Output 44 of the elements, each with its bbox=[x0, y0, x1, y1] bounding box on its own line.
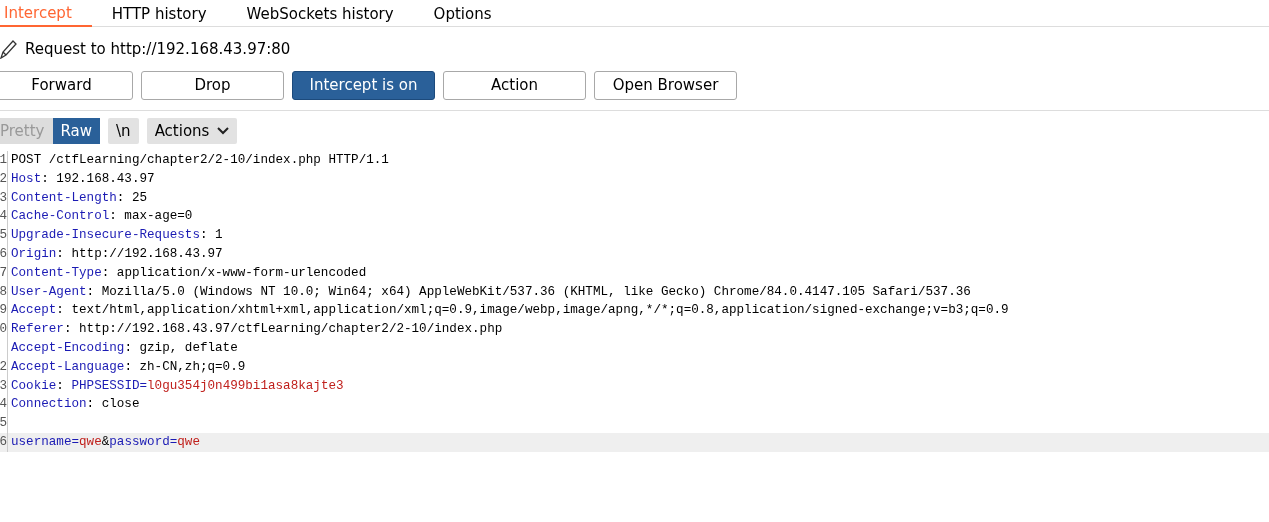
newline-button[interactable]: \n bbox=[108, 118, 139, 144]
chevron-down-icon bbox=[217, 127, 230, 135]
line-number: 6 bbox=[0, 432, 8, 452]
code-line: User-Agent: Mozilla/5.0 (Windows NT 10.0; Win64; x64) AppleWebKit/537.36 (KHTML, like Gecko) Chrome/84.0.4147.105 Safari/537.36 bbox=[11, 283, 971, 301]
toolbar-button[interactable]: Open Browser bbox=[594, 71, 737, 100]
code-line: Accept-Encoding: gzip, deflate bbox=[11, 339, 238, 357]
code-line: POST /ctfLearning/chapter2/2-10/index.php HTTP/1.1 bbox=[11, 152, 389, 169]
line-number: 2 bbox=[0, 357, 8, 377]
pencil-icon bbox=[0, 39, 17, 59]
code-line: Content-Length: 25 bbox=[11, 189, 148, 207]
code-line: Content-Type: application/x-www-form-urlencoded bbox=[11, 264, 367, 282]
toolbar-button[interactable]: Drop bbox=[141, 71, 284, 100]
line-number: 3 bbox=[0, 188, 8, 208]
toolbar-button[interactable]: Action bbox=[443, 71, 586, 100]
code-line: Upgrade-Insecure-Requests: 1 bbox=[11, 227, 223, 245]
toolbar-button[interactable]: Forward bbox=[0, 71, 133, 100]
line-number: 4 bbox=[0, 207, 8, 227]
toolbar-button[interactable]: Intercept is on bbox=[292, 71, 435, 100]
code-line: Referer: http://192.168.43.97/ctfLearning/chapter2/2-10/index.php bbox=[11, 321, 503, 339]
code-line: Origin: http://192.168.43.97 bbox=[11, 246, 223, 263]
line-number: 5 bbox=[0, 414, 8, 433]
tab[interactable]: HTTP history bbox=[91, 0, 227, 27]
code-line: Connection: close bbox=[11, 396, 140, 414]
request-title: Request to http://192.168.43.97:80 bbox=[25, 38, 291, 60]
line-number: 6 bbox=[0, 245, 8, 264]
code-line: username=qwe&password=qwe bbox=[11, 433, 200, 451]
code-line: Accept: text/html,application/xhtml+xml,application/xml;q=0.9,image/webp,image/apng,*/*;q=0.8,application/signed-exchange;v=b3;q=0.9 bbox=[11, 302, 1009, 320]
line-number: 8 bbox=[0, 282, 8, 302]
line-number: 4 bbox=[0, 395, 8, 415]
code-line: Accept-Language: zh-CN,zh;q=0.9 bbox=[11, 358, 246, 376]
line-number: 7 bbox=[0, 263, 8, 283]
view-toggle[interactable]: Raw bbox=[52, 118, 101, 144]
line-number: 1 bbox=[0, 151, 8, 170]
code-line: Cookie: PHPSESSID=l0gu354j0n499bi1asa8kajte3 bbox=[11, 377, 344, 395]
line-number: 9 bbox=[0, 301, 8, 321]
line-number: 5 bbox=[0, 226, 8, 245]
tab[interactable]: WebSockets history bbox=[226, 0, 414, 27]
line-number: 0 bbox=[0, 320, 8, 339]
tab[interactable]: Options bbox=[413, 0, 512, 27]
line-number: 3 bbox=[0, 376, 8, 396]
line-number: 2 bbox=[0, 169, 8, 189]
code-line: Cache-Control: max-age=0 bbox=[11, 208, 193, 226]
actions-dropdown[interactable]: Actions bbox=[146, 118, 238, 144]
code-line: Host: 192.168.43.97 bbox=[11, 170, 155, 188]
